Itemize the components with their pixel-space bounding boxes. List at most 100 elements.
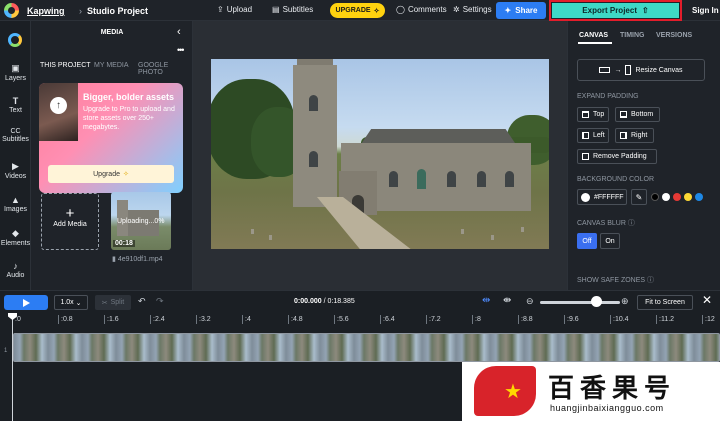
split-view-icon[interactable]: ⇼ xyxy=(503,295,511,306)
info-icon[interactable]: ⓘ xyxy=(628,220,635,227)
timecode: 0:00.000 / 0:18.385 xyxy=(294,298,355,305)
pad-bottom-button[interactable]: Bottom xyxy=(615,107,660,122)
close-timeline-icon[interactable]: ✕ xyxy=(702,293,712,307)
pad-left-button[interactable]: Left xyxy=(577,128,609,143)
swatch-yellow[interactable] xyxy=(684,193,692,201)
fit-to-screen-button[interactable]: Fit to Screen xyxy=(637,295,693,310)
kapwing-swirl-icon xyxy=(8,33,22,47)
comments-button[interactable]: ◯ Comments xyxy=(396,5,447,14)
more-options-icon[interactable]: ••• xyxy=(177,45,185,55)
time-ruler[interactable]: :0:0.8:1.6:2.4:3.2:4:4.8:5.6:6.4:7.2:8:8… xyxy=(12,315,720,331)
export-highlight: Export Project ⇧ xyxy=(549,0,682,21)
window-shape xyxy=(309,95,318,111)
sign-in-link[interactable]: Sign In xyxy=(692,6,719,15)
eyedropper-icon[interactable]: ✎ xyxy=(631,189,647,205)
ruler-tick: :4.8 xyxy=(288,315,303,324)
zoom-slider-track[interactable] xyxy=(540,301,620,304)
playback-speed-select[interactable]: 1.0x ⌄ xyxy=(54,295,88,310)
add-media-label: Add Media xyxy=(53,221,87,228)
pad-top-button[interactable]: Top xyxy=(577,107,609,122)
gear-icon: ✲ xyxy=(453,5,460,14)
plus-icon: + xyxy=(65,205,75,222)
workspace-link[interactable]: Kapwing xyxy=(27,6,65,16)
swatch-white[interactable] xyxy=(662,193,670,201)
color-swatch xyxy=(581,192,590,202)
video-clip-track[interactable] xyxy=(13,333,720,362)
kapwing-logo-icon[interactable] xyxy=(4,3,19,18)
export-project-button[interactable]: Export Project ⇧ xyxy=(552,3,679,18)
promo-upgrade-button[interactable]: Upgrade ✧ xyxy=(48,165,174,183)
tab-versions[interactable]: VERSIONS xyxy=(656,32,692,39)
church-tower-shape xyxy=(293,65,337,207)
rail-label: Layers xyxy=(4,75,26,82)
expand-padding-label: EXPAND PADDING xyxy=(577,93,639,100)
upload-icon: ⇪ xyxy=(217,5,224,14)
add-media-button[interactable]: + Add Media xyxy=(41,193,99,250)
rail-item-text[interactable]: T Text xyxy=(0,96,31,114)
window-shape xyxy=(389,171,398,187)
rail-item-videos[interactable]: ▶ Videos xyxy=(0,161,31,180)
portrait-icon xyxy=(625,65,632,75)
upload-arrow-icon: ↑ xyxy=(50,97,67,114)
settings-label: Settings xyxy=(462,5,492,14)
remove-padding-button[interactable]: Remove Padding xyxy=(577,149,657,164)
swatch-black[interactable] xyxy=(651,193,659,201)
background-color-picker[interactable]: #FFFFFF xyxy=(577,189,627,205)
text-icon: T xyxy=(12,96,19,106)
window-shape xyxy=(477,171,486,187)
subtitles-button[interactable]: ▤ Subtitles xyxy=(272,5,313,14)
project-title[interactable]: Studio Project xyxy=(87,6,148,16)
video-preview[interactable] xyxy=(211,59,549,249)
undo-icon[interactable]: ↶ xyxy=(138,296,146,307)
pad-right-icon xyxy=(620,132,627,139)
gravestone-shape xyxy=(521,227,524,232)
active-tab-indicator xyxy=(578,42,612,44)
blur-off-button[interactable]: Off xyxy=(577,233,597,249)
upgrade-promo-card: ↑ Bigger, bolder assets Upgrade to Pro t… xyxy=(39,83,183,193)
subtitles-cc-icon: CC xyxy=(10,128,21,135)
media-thumbnail[interactable]: Uploading...0% 00:18 xyxy=(111,192,171,250)
chevron-down-icon[interactable]: ⌄ xyxy=(131,5,138,14)
settings-button[interactable]: ✲ Settings xyxy=(453,5,492,14)
pad-left-label: Left xyxy=(593,132,605,139)
zoom-in-icon[interactable]: ⊕ xyxy=(621,296,629,307)
upload-button[interactable]: ⇪ Upload xyxy=(217,5,252,14)
pad-right-label: Right xyxy=(631,132,648,139)
color-value: #FFFFFF xyxy=(594,193,624,201)
rail-item-subtitles[interactable]: CC Subtitles xyxy=(0,128,31,143)
upgrade-button[interactable]: UPGRADE ✧ xyxy=(330,3,385,18)
resize-canvas-button[interactable]: → Resize Canvas xyxy=(577,59,705,81)
remove-padding-label: Remove Padding xyxy=(593,153,647,160)
watermark-url: huangjinbaixiangguo.com xyxy=(550,403,664,413)
promo-photo: ↑ xyxy=(39,83,78,141)
scissors-icon: ✂ xyxy=(101,299,108,307)
zoom-out-icon[interactable]: ⊖ xyxy=(526,296,534,307)
snap-icon[interactable]: ⇹ xyxy=(482,295,490,306)
share-button[interactable]: ✦ Share xyxy=(496,2,546,19)
ruler-tick: :8.8 xyxy=(518,315,533,324)
swatch-red[interactable] xyxy=(673,193,681,201)
landscape-icon xyxy=(599,67,611,73)
blur-on-button[interactable]: On xyxy=(600,233,620,249)
swatch-blue[interactable] xyxy=(695,193,703,201)
pad-right-button[interactable]: Right xyxy=(615,128,654,143)
tab-google-photos[interactable]: GOOGLE PHOTO xyxy=(138,62,192,76)
tab-timing[interactable]: TIMING xyxy=(620,32,645,39)
rail-item-layers[interactable]: ▣ Layers xyxy=(0,63,31,82)
playhead[interactable] xyxy=(12,315,13,421)
play-button[interactable] xyxy=(4,295,48,310)
tab-my-media[interactable]: MY MEDIA xyxy=(94,62,129,69)
tab-this-project[interactable]: THIS PROJECT xyxy=(40,62,91,69)
rail-item-audio[interactable]: ♪ Audio xyxy=(0,261,31,279)
info-icon[interactable]: ⓘ xyxy=(647,277,654,284)
media-panel: MEDIA ‹ ••• THIS PROJECT MY MEDIA GOOGLE… xyxy=(31,21,193,290)
watermark-logo: ★ xyxy=(474,366,536,416)
split-button[interactable]: ✂ Split xyxy=(95,295,131,310)
collapse-panel-icon[interactable]: ‹ xyxy=(177,26,181,38)
ruler-tick: :4 xyxy=(242,315,251,324)
redo-icon[interactable]: ↷ xyxy=(156,296,164,307)
rail-item-images[interactable]: ▲ Images xyxy=(0,195,31,213)
tab-canvas[interactable]: CANVAS xyxy=(579,32,608,39)
zoom-slider-thumb[interactable] xyxy=(591,296,602,307)
rail-item-elements[interactable]: ◆ Elements xyxy=(0,228,31,247)
